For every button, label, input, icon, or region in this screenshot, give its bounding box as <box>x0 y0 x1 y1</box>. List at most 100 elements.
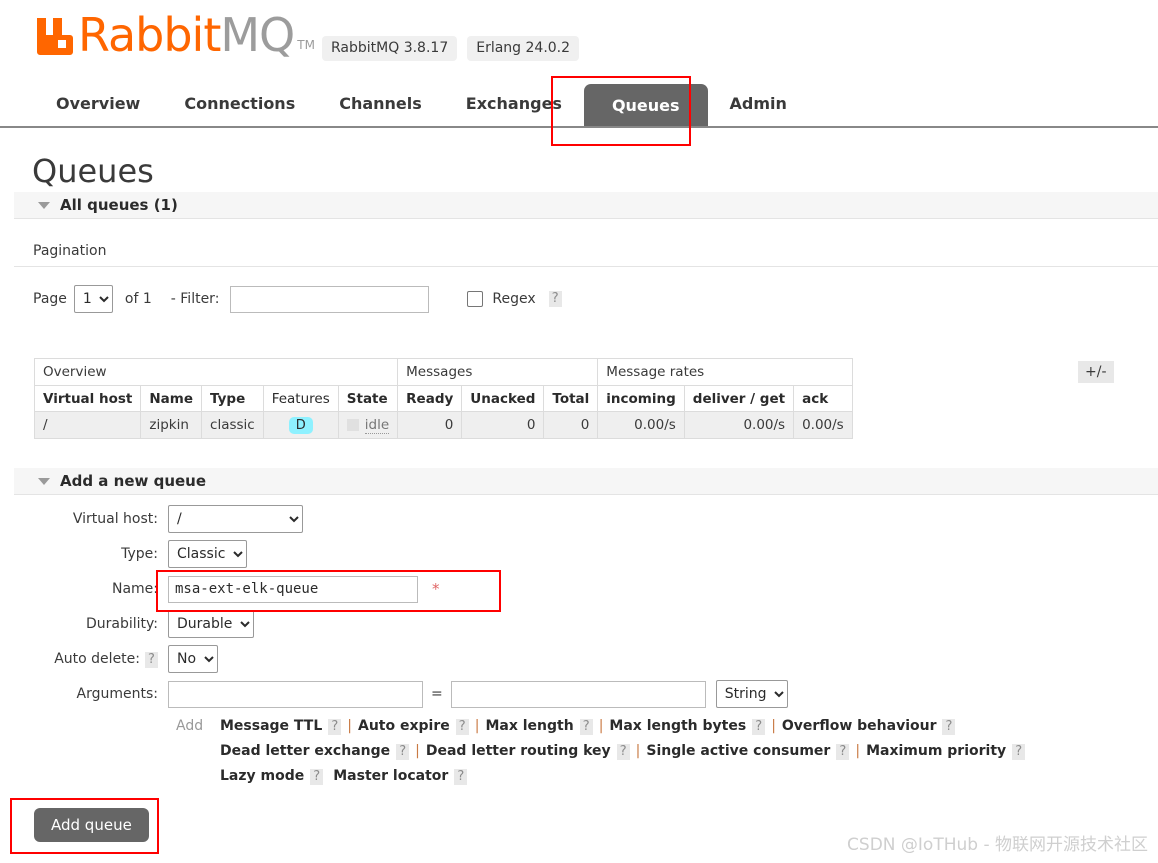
label-name: Name: <box>111 581 158 597</box>
virtual-host-select[interactable]: / <box>168 505 303 533</box>
preset-dead-letter-exchange-help-icon[interactable]: ? <box>396 744 410 760</box>
section-header-all-queues[interactable]: All queues (1) <box>14 192 1158 219</box>
pagination-controls: Page 1 of 1 - Filter: Regex ? <box>33 285 562 313</box>
preset-message-ttl[interactable]: Message TTL <box>220 718 322 734</box>
label-type: Type: <box>121 546 158 562</box>
group-header-overview: Overview <box>33 358 399 386</box>
preset-dead-letter-exchange[interactable]: Dead letter exchange <box>220 743 390 759</box>
column-header-unacked[interactable]: Unacked <box>461 385 545 412</box>
preset-dead-letter-routing-key[interactable]: Dead letter routing key <box>426 743 611 759</box>
brand-logo[interactable]: Rabbit MQ TM <box>34 12 315 58</box>
preset-lazy-mode-help-icon[interactable]: ? <box>310 769 324 785</box>
trademark-symbol: TM <box>297 38 315 52</box>
regex-checkbox[interactable] <box>467 291 484 307</box>
preset-master-locator-help-icon[interactable]: ? <box>454 769 468 785</box>
preset-overflow-behaviour-help-icon[interactable]: ? <box>942 719 956 735</box>
state-indicator-icon <box>346 419 359 431</box>
column-header-type[interactable]: Type <box>201 385 264 412</box>
durable-badge: D <box>288 416 313 434</box>
preset-overflow-behaviour[interactable]: Overflow behaviour <box>782 718 937 734</box>
queue-type-select[interactable]: Classic <box>168 540 247 568</box>
auto-delete-help-icon[interactable]: ? <box>145 651 158 668</box>
preset-message-ttl-help-icon[interactable]: ? <box>328 719 342 735</box>
cell-ready: 0 <box>397 411 463 439</box>
durability-select[interactable]: Durable <box>168 610 254 638</box>
argument-value-input[interactable] <box>450 680 706 708</box>
preset-maximum-priority[interactable]: Maximum priority <box>866 743 1006 759</box>
argument-key-input[interactable] <box>168 680 423 708</box>
column-header-deliver-get[interactable]: deliver / get <box>683 385 795 412</box>
preset-master-locator[interactable]: Master locator <box>333 768 448 784</box>
column-header-virtual-host[interactable]: Virtual host <box>33 385 142 412</box>
form-row-arguments: Arguments: = String <box>34 680 788 708</box>
version-pills: RabbitMQ 3.8.17 Erlang 24.0.2 <box>322 36 580 61</box>
column-header-state[interactable]: State <box>337 385 399 412</box>
preset-lazy-mode[interactable]: Lazy mode <box>220 768 304 784</box>
argument-preset-links: Add Message TTL? | Auto expire? | Max length… <box>34 714 1154 789</box>
add-queue-button[interactable]: Add queue <box>34 808 149 842</box>
cell-total: 0 <box>543 411 599 439</box>
nav-item-overview[interactable]: Overview <box>34 84 162 126</box>
queue-name-input[interactable] <box>168 575 418 603</box>
pagination-divider <box>14 266 1158 267</box>
app-header: Rabbit MQ TM RabbitMQ 3.8.17 Erlang 24.0.… <box>0 0 1158 78</box>
preset-single-active-consumer-help-icon[interactable]: ? <box>836 744 850 760</box>
queues-table: Overview Messages Message rates Virtual … <box>33 358 853 439</box>
add-argument-label: Add <box>176 718 204 734</box>
filter-label: - Filter: <box>170 291 220 307</box>
page-total-label: of 1 <box>124 291 152 307</box>
cell-incoming: 0.00/s <box>597 411 685 439</box>
cell-features: D <box>262 411 339 439</box>
form-row-durability: Durability: Durable <box>34 610 788 638</box>
nav-item-admin[interactable]: Admin <box>708 84 809 126</box>
filter-input[interactable] <box>230 285 430 313</box>
column-header-incoming[interactable]: incoming <box>597 385 685 412</box>
column-header-ack[interactable]: ack <box>793 385 853 412</box>
auto-delete-select[interactable]: No <box>168 645 218 673</box>
required-marker: * <box>432 580 440 598</box>
label-auto-delete: Auto delete:? <box>34 651 168 668</box>
argument-type-select[interactable]: String <box>715 680 788 708</box>
form-row-virtual-host: Virtual host: / <box>34 505 788 533</box>
preset-max-length[interactable]: Max length <box>485 718 573 734</box>
preset-max-length-bytes[interactable]: Max length bytes <box>609 718 746 734</box>
preset-max-length-bytes-help-icon[interactable]: ? <box>752 719 766 735</box>
form-row-type: Type: Classic <box>34 540 788 568</box>
argument-preset-row-2: Dead letter exchange? | Dead letter routin… <box>34 739 1154 764</box>
regex-label: Regex <box>492 291 536 307</box>
page-label: Page <box>33 291 67 307</box>
nav-item-queues[interactable]: Queues <box>583 84 708 126</box>
page-select[interactable]: 1 <box>73 285 113 313</box>
preset-dead-letter-routing-key-help-icon[interactable]: ? <box>616 744 630 760</box>
form-row-name: Name: * <box>34 575 788 603</box>
form-row-auto-delete: Auto delete:? No <box>34 645 788 673</box>
table-group-header-row: Overview Messages Message rates <box>33 358 853 386</box>
preset-max-length-help-icon[interactable]: ? <box>579 719 593 735</box>
rabbitmq-version-pill: RabbitMQ 3.8.17 <box>322 36 458 61</box>
nav-item-exchanges[interactable]: Exchanges <box>444 84 584 126</box>
label-arguments: Arguments: <box>76 686 158 702</box>
column-header-name[interactable]: Name <box>140 385 203 412</box>
section-label-add-queue: Add a new queue <box>60 472 207 490</box>
section-label-all-queues: All queues (1) <box>60 196 178 214</box>
label-virtual-host: Virtual host: <box>72 511 158 527</box>
pagination-heading: Pagination <box>33 243 107 259</box>
preset-auto-expire-help-icon[interactable]: ? <box>455 719 469 735</box>
preset-single-active-consumer[interactable]: Single active consumer <box>646 743 830 759</box>
column-header-features[interactable]: Features <box>262 385 339 412</box>
preset-maximum-priority-help-icon[interactable]: ? <box>1012 744 1026 760</box>
cell-queue-name[interactable]: zipkin <box>140 411 203 439</box>
toggle-columns-button[interactable]: +/- <box>1078 361 1114 383</box>
caret-down-icon <box>38 201 50 209</box>
section-header-add-queue[interactable]: Add a new queue <box>14 468 1158 495</box>
cell-virtual-host: / <box>33 411 142 439</box>
nav-item-connections[interactable]: Connections <box>162 84 317 126</box>
column-header-total[interactable]: Total <box>543 385 599 412</box>
nav-item-channels[interactable]: Channels <box>317 84 444 126</box>
group-header-messages: Messages <box>397 358 599 386</box>
column-header-ready[interactable]: Ready <box>397 385 463 412</box>
preset-auto-expire[interactable]: Auto expire <box>358 718 450 734</box>
regex-help-icon[interactable]: ? <box>548 291 562 307</box>
brand-name-mq: MQ <box>220 8 295 62</box>
main-navigation: Overview Connections Channels Exchanges … <box>0 84 1158 128</box>
